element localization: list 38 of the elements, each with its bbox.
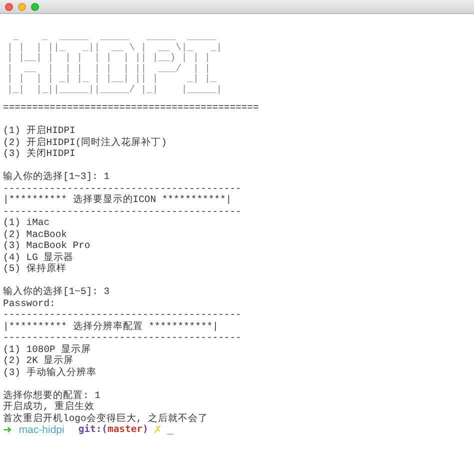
minimize-window-button[interactable] <box>18 2 26 10</box>
prompt-arrow: ➜ <box>3 424 12 436</box>
terminal-line: (3) MacBook Pro <box>3 240 90 252</box>
directory-name: mac-hidpi <box>18 424 64 436</box>
ascii-art-line: | | | | _| |_ | |__| || | _| |_ <box>7 74 218 84</box>
terminal-line: (2) MacBook <box>3 228 67 240</box>
terminal-line: ----------------------------------------- <box>3 332 242 344</box>
ascii-art-line: |_| |_||_____||_____/ |_| |_____| <box>7 84 222 95</box>
terminal-line: 首次重启开机logo会变得巨大, 之后就不会了 <box>3 412 208 424</box>
ascii-art-line: | | | ||_ _|| __ \ | __ \|_ _| <box>7 42 222 52</box>
terminal-line: ============================================ <box>3 102 259 114</box>
terminal-line: (4) LG 显示器 <box>3 252 74 263</box>
terminal-line: 选择你想要的配置: 1 <box>3 390 100 401</box>
terminal-line: (1) 开启HIDPI <box>3 125 76 136</box>
terminal-line: Password: <box>3 298 56 309</box>
git-branch: git:(master) <box>78 424 148 436</box>
terminal-line: (2) 2K 显示屏 <box>3 355 74 366</box>
terminal-line: ----------------------------------------- <box>3 206 242 217</box>
dirty-mark: ✗ <box>153 424 162 436</box>
terminal-line: ----------------------------------------- <box>3 309 242 320</box>
cursor: _ <box>167 424 174 436</box>
ascii-art-line: | |__| | | | | | | || |__) | | | <box>7 53 210 64</box>
ascii-art-line: | __ | | | | | | || ___/ | | <box>7 64 210 74</box>
terminal-line: (3) 关闭HIDPI <box>3 148 76 160</box>
ascii-art-line: _ _ _____ _____ _____ _____ <box>12 32 218 42</box>
terminal-line: (2) 开启HIDPI(同时注入花屏补丁) <box>3 136 167 148</box>
terminal-line: (1) iMac <box>3 217 50 228</box>
terminal-line: 输入你的选择[1~5]: 3 <box>3 286 110 298</box>
zoom-window-button[interactable] <box>31 2 39 10</box>
terminal-line: (3) 手动输入分辨率 <box>3 366 96 378</box>
terminal-line: 输入你的选择[1~3]: 1 <box>3 171 110 182</box>
terminal-line: (5) 保持原样 <box>3 263 66 274</box>
terminal-line: |********** 选择要显示的ICON ***********| <box>3 194 232 206</box>
terminal-line: |********** 选择分辨率配置 ***********| <box>3 320 218 332</box>
terminal-line: ----------------------------------------- <box>3 182 242 194</box>
terminal-line: 开启成功, 重启生效 <box>3 401 95 412</box>
close-window-button[interactable] <box>5 2 13 10</box>
terminal-line: (1) 1080P 显示屏 <box>3 344 92 355</box>
